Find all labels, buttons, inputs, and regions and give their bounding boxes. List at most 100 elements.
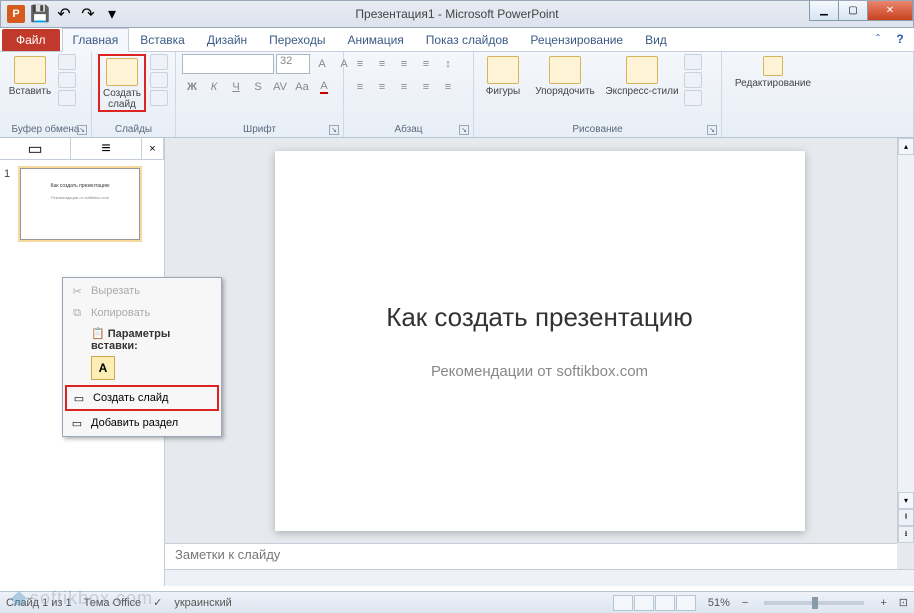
view-slideshow-button[interactable] xyxy=(676,595,696,611)
status-spellcheck-icon[interactable]: ✓ xyxy=(153,596,162,609)
format-painter-button[interactable] xyxy=(58,90,76,106)
quick-styles-button[interactable]: Экспресс-стили xyxy=(604,54,680,97)
numbering-button[interactable]: ≡ xyxy=(372,54,392,74)
maximize-button[interactable]: ▢ xyxy=(838,1,868,21)
ctx-new-slide[interactable]: ▭ Создать слайд xyxy=(67,387,217,409)
align-right-button[interactable]: ≡ xyxy=(394,77,414,97)
indent-inc-button[interactable]: ≡ xyxy=(416,54,436,74)
minimize-button[interactable]: ▁ xyxy=(809,1,839,21)
shape-fill-button[interactable] xyxy=(684,54,702,70)
slide-subtitle[interactable]: Рекомендации от softikbox.com xyxy=(431,363,648,380)
tab-view[interactable]: Вид xyxy=(634,28,678,51)
thumbs-close[interactable]: × xyxy=(142,138,164,159)
copy-button[interactable] xyxy=(58,72,76,88)
tab-design[interactable]: Дизайн xyxy=(196,28,258,51)
zoom-level[interactable]: 51% xyxy=(708,597,730,609)
view-normal-button[interactable] xyxy=(613,595,633,611)
minimize-ribbon-button[interactable]: ˆ xyxy=(870,31,886,47)
tab-transitions[interactable]: Переходы xyxy=(258,28,336,51)
font-launcher[interactable]: ↘ xyxy=(329,125,339,135)
bold-button[interactable]: Ж xyxy=(182,77,202,97)
clipboard-launcher[interactable]: ↘ xyxy=(77,125,87,135)
thumb-1[interactable]: 1 Как создать презентацию Рекомендации о… xyxy=(0,160,164,248)
next-slide-button[interactable]: ⭳ xyxy=(898,526,914,543)
columns-button[interactable]: ≡ xyxy=(438,77,458,97)
qat-customize[interactable]: ▾ xyxy=(101,3,123,25)
shape-effects-button[interactable] xyxy=(684,90,702,106)
thumbs-tab-outline[interactable]: ≡ xyxy=(71,138,142,159)
zoom-slider[interactable] xyxy=(764,601,864,605)
layout-button[interactable] xyxy=(150,54,168,70)
undo-icon: ↶ xyxy=(57,4,70,24)
shape-outline-button[interactable] xyxy=(684,72,702,88)
arrange-button[interactable]: Упорядочить xyxy=(530,54,600,97)
indent-dec-button[interactable]: ≡ xyxy=(394,54,414,74)
file-tab[interactable]: Файл xyxy=(2,29,60,51)
shapes-button[interactable]: Фигуры xyxy=(480,54,526,97)
section-button[interactable] xyxy=(150,90,168,106)
font-size-select[interactable]: 32 xyxy=(276,54,310,74)
tab-insert[interactable]: Вставка xyxy=(129,28,196,51)
tab-home[interactable]: Главная xyxy=(62,28,130,52)
shadow-button[interactable]: AV xyxy=(270,77,290,97)
case-button[interactable]: Aa xyxy=(292,77,312,97)
grow-font-button[interactable]: A xyxy=(312,54,332,74)
para-launcher[interactable]: ↘ xyxy=(459,125,469,135)
help-button[interactable]: ? xyxy=(892,31,908,47)
font-name-select[interactable] xyxy=(182,54,274,74)
save-button[interactable]: 💾 xyxy=(29,3,51,25)
tab-slideshow[interactable]: Показ слайдов xyxy=(415,28,520,51)
draw-launcher[interactable]: ↘ xyxy=(707,125,717,135)
tab-animation[interactable]: Анимация xyxy=(336,28,414,51)
vertical-scrollbar[interactable]: ▴ ▾ ⭱ ⭳ xyxy=(897,138,914,543)
justify-button[interactable]: ≡ xyxy=(416,77,436,97)
find-button[interactable]: Редактирование xyxy=(728,54,818,89)
new-slide-button[interactable]: Создать слайд xyxy=(98,54,146,112)
ctx-copy: ⧉ Копировать xyxy=(65,302,219,324)
title-bar: P 💾 ↶ ↷ ▾ Презентация1 - Microsoft Power… xyxy=(0,0,914,28)
line-spacing-button[interactable]: ↕ xyxy=(438,54,458,74)
view-buttons xyxy=(613,595,696,611)
paste-button[interactable]: Вставить xyxy=(6,54,54,97)
save-icon: 💾 xyxy=(30,4,50,24)
bullets-button[interactable]: ≡ xyxy=(350,54,370,74)
scroll-down-button[interactable]: ▾ xyxy=(898,492,914,509)
group-editing: Редактирование xyxy=(722,52,914,137)
slide[interactable]: Как создать презентацию Рекомендации от … xyxy=(275,151,805,531)
group-editing-label xyxy=(728,133,907,137)
outline-tab-icon: ≡ xyxy=(101,140,110,158)
slide-title[interactable]: Как создать презентацию xyxy=(386,302,693,333)
notes-pane[interactable]: Заметки к слайду xyxy=(165,543,897,569)
font-color-button[interactable]: A xyxy=(314,77,334,97)
scroll-up-button[interactable]: ▴ xyxy=(898,138,914,155)
zoom-out-button[interactable]: − xyxy=(742,597,748,609)
horizontal-scrollbar[interactable] xyxy=(165,569,914,586)
align-left-button[interactable]: ≡ xyxy=(350,77,370,97)
view-reading-button[interactable] xyxy=(655,595,675,611)
redo-button[interactable]: ↷ xyxy=(77,3,99,25)
app-icon[interactable]: P xyxy=(5,3,27,25)
paste-option-keep-text[interactable]: A xyxy=(91,356,115,380)
tab-review[interactable]: Рецензирование xyxy=(519,28,634,51)
maximize-icon: ▢ xyxy=(848,5,857,16)
window-controls: ▁ ▢ ✕ xyxy=(810,1,913,21)
view-sorter-button[interactable] xyxy=(634,595,654,611)
reset-button[interactable] xyxy=(150,72,168,88)
prev-slide-button[interactable]: ⭱ xyxy=(898,509,914,526)
group-paragraph-label: Абзац↘ xyxy=(350,122,467,137)
align-center-button[interactable]: ≡ xyxy=(372,77,392,97)
ctx-add-section[interactable]: ▭ Добавить раздел xyxy=(65,412,219,434)
fit-window-button[interactable]: ⊡ xyxy=(899,596,908,609)
status-slide-info: Слайд 1 из 1 xyxy=(6,597,72,609)
undo-button[interactable]: ↶ xyxy=(53,3,75,25)
slide-canvas-area: Как создать презентацию Рекомендации от … xyxy=(165,138,914,543)
cut-button[interactable] xyxy=(58,54,76,70)
italic-button[interactable]: К xyxy=(204,77,224,97)
section-icon: ▭ xyxy=(69,415,85,431)
zoom-in-button[interactable]: + xyxy=(880,597,886,609)
strike-button[interactable]: S xyxy=(248,77,268,97)
status-language[interactable]: украинский xyxy=(174,597,231,609)
close-button[interactable]: ✕ xyxy=(867,1,913,21)
underline-button[interactable]: Ч xyxy=(226,77,246,97)
thumbs-tab-slides[interactable]: ▭ xyxy=(0,138,71,159)
